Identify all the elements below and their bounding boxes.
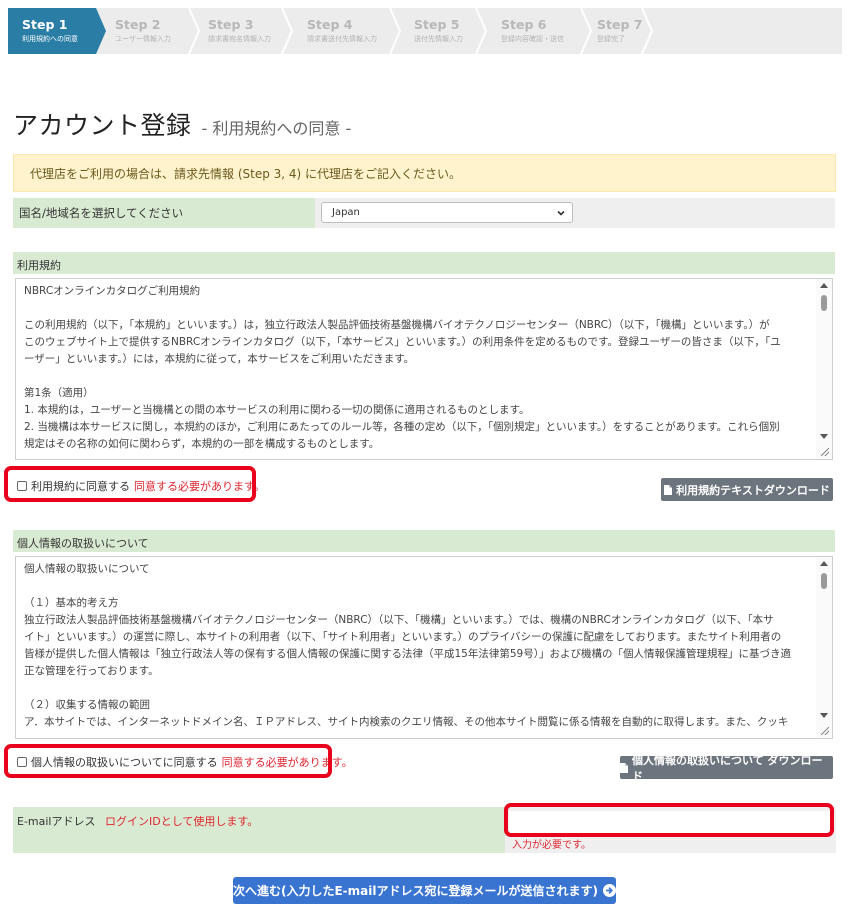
privacy-download-label: 個人情報の取扱いについて ダウンロード xyxy=(631,753,823,783)
email-label: E-mailアドレス xyxy=(17,815,96,828)
step-label: ユーザー情報入力 xyxy=(115,35,171,43)
step-2: Step 2 ユーザー情報入力 xyxy=(107,8,171,54)
terms-header: 利用規約 xyxy=(13,252,835,274)
step-7: Step 7 登録完了 xyxy=(589,8,642,54)
terms-text: NBRCオンラインカタログご利用規約 この利用規約（以下，「本規約」といいます。… xyxy=(16,279,832,453)
step-divider xyxy=(281,8,294,54)
terms-line: ーザー」といいます。）には，本規約に従って，本サービスをご利用いただきます。 xyxy=(24,353,415,365)
terms-download-button[interactable]: 利用規約テキストダウンロード xyxy=(661,478,833,501)
privacy-line-gap xyxy=(24,680,808,697)
page-title: アカウント登録 - 利用規約への同意 - xyxy=(13,106,351,142)
step-number: Step 5 xyxy=(414,17,460,32)
privacy-header: 個人情報の取扱いについて xyxy=(13,530,835,552)
step-number: Step 1 xyxy=(22,17,68,32)
terms-line: 1. 本規約は，ユーザーと当機構との間の本サービスの利用に関わる一切の関係に適用… xyxy=(24,404,530,416)
resize-handle-icon[interactable] xyxy=(821,448,829,456)
terms-line-gap xyxy=(24,300,808,317)
step-number: Step 2 xyxy=(115,17,161,32)
step-number: Step 4 xyxy=(307,17,353,32)
terms-scrollbar[interactable] xyxy=(816,279,832,459)
file-icon xyxy=(620,762,628,773)
step-4: Step 4 請求書送付先情報入力 xyxy=(299,8,377,54)
terms-download-label: 利用規約テキストダウンロード xyxy=(676,483,830,497)
scroll-thumb[interactable] xyxy=(821,573,827,589)
page-title-main: アカウント登録 xyxy=(13,111,192,140)
privacy-scrollbar[interactable] xyxy=(816,557,832,738)
scroll-down-icon[interactable] xyxy=(820,713,828,718)
arrow-circle-right-icon xyxy=(602,884,616,897)
privacy-highlight-box xyxy=(4,744,332,778)
step-label: 利用規約への同意 xyxy=(22,35,78,43)
step-number: Step 7 xyxy=(597,17,643,32)
privacy-textarea[interactable]: 個人情報の取扱いについて （１）基本的考え方 独立行政法人製品評価技術基盤機構バ… xyxy=(15,556,833,739)
step-label: 請求書送付先情報入力 xyxy=(307,35,377,43)
step-number: Step 6 xyxy=(501,17,547,32)
email-highlight-box xyxy=(504,803,834,837)
progress-stepper: Step 1 利用規約への同意 Step 2 ユーザー情報入力 Step 3 請… xyxy=(8,8,842,54)
step-6: Step 6 登録内容確認・送信 xyxy=(493,8,564,54)
terms-textarea[interactable]: NBRCオンラインカタログご利用規約 この利用規約（以下，「本規約」といいます。… xyxy=(15,278,833,460)
step-divider xyxy=(389,8,402,54)
terms-line: このウェブサイト上で提供するNBRCオンラインカタログ（以下，「本サービス」とい… xyxy=(24,336,781,348)
privacy-line: 独立行政法人製品評価技術基盤機構バイオテクノロジーセンター（NBRC）（以下、「… xyxy=(24,614,774,626)
email-note: ログインIDとして使用します。 xyxy=(105,815,259,828)
terms-line: この利用規約（以下，「本規約」といいます。）は，独立行政法人製品評価技術基盤機構… xyxy=(24,319,770,331)
privacy-line: 皆様が提供した個人情報は「独立行政法人等の保有する個人情報の保護に関する法律（平… xyxy=(24,648,791,660)
chevron-down-icon xyxy=(557,210,565,216)
file-icon xyxy=(664,484,673,495)
privacy-line: ア．本サイトでは、インターネットドメイン名、ＩＰアドレス、サイト内検索のクエリ情… xyxy=(24,716,789,728)
privacy-line: （２）収集する情報の範囲 xyxy=(24,699,150,711)
privacy-line: 個人情報の取扱いについて xyxy=(24,563,150,575)
scroll-up-icon[interactable] xyxy=(820,561,828,566)
step-label: 送付先情報入力 xyxy=(414,35,463,43)
page-subtitle: - 利用規約への同意 - xyxy=(201,119,352,138)
country-select[interactable]: Japan xyxy=(321,202,573,223)
scroll-up-icon[interactable] xyxy=(820,283,828,288)
terms-highlight-box xyxy=(4,466,256,502)
scroll-down-icon[interactable] xyxy=(820,434,828,439)
step-divider xyxy=(475,8,488,54)
privacy-line: 正な管理を行っております。 xyxy=(24,665,159,677)
terms-line: NBRCオンラインカタログご利用規約 xyxy=(24,285,201,297)
country-cell: Japan xyxy=(315,198,835,228)
next-button-label: 次へ進む(入力したE-mailアドレス宛に登録メールが送信されます) xyxy=(233,884,598,898)
privacy-line-gap xyxy=(24,578,808,595)
step-label: 登録完了 xyxy=(597,35,625,43)
email-label-cell: E-mailアドレス ログインIDとして使用します。 xyxy=(13,807,505,853)
terms-line-gap xyxy=(24,368,808,385)
step-divider xyxy=(641,8,654,54)
step-5: Step 5 送付先情報入力 xyxy=(406,8,463,54)
step-divider xyxy=(188,8,201,54)
agency-alert: 代理店をご利用の場合は、請求先情報 (Step 3, 4) に代理店をご記入くだ… xyxy=(13,154,836,192)
country-select-value: Japan xyxy=(332,207,360,218)
terms-line: 規定はその名称の如何に関わらず，本規約の一部を構成するものとします。 xyxy=(24,438,380,450)
scroll-thumb[interactable] xyxy=(821,295,827,311)
terms-line: 2. 当機構は本サービスに関し，本規約のほか，ご利用にあたってのルール等，各種の… xyxy=(24,421,780,433)
step-3: Step 3 請求書宛名情報入力 xyxy=(200,8,271,54)
terms-line: 第1条（適用） xyxy=(24,387,94,399)
country-label: 国名/地域名を選択してください xyxy=(13,198,315,228)
step-1: Step 1 利用規約への同意 xyxy=(14,8,78,54)
privacy-download-button[interactable]: 個人情報の取扱いについて ダウンロード xyxy=(620,754,833,783)
email-error-message: 入力が必要です。 xyxy=(512,840,591,851)
step-number: Step 3 xyxy=(208,17,254,32)
privacy-line: （１）基本的考え方 xyxy=(24,597,119,609)
privacy-text: 個人情報の取扱いについて （１）基本的考え方 独立行政法人製品評価技術基盤機構バ… xyxy=(16,557,832,731)
next-button[interactable]: 次へ進む(入力したE-mailアドレス宛に登録メールが送信されます) xyxy=(233,877,616,904)
resize-handle-icon[interactable] xyxy=(821,727,829,735)
step-label: 登録内容確認・送信 xyxy=(501,35,564,43)
step-label: 請求書宛名情報入力 xyxy=(208,35,271,43)
privacy-line: イト」といいます。）の運営に際し、本サイトの利用者（以下、「サイト利用者」といい… xyxy=(24,631,782,643)
